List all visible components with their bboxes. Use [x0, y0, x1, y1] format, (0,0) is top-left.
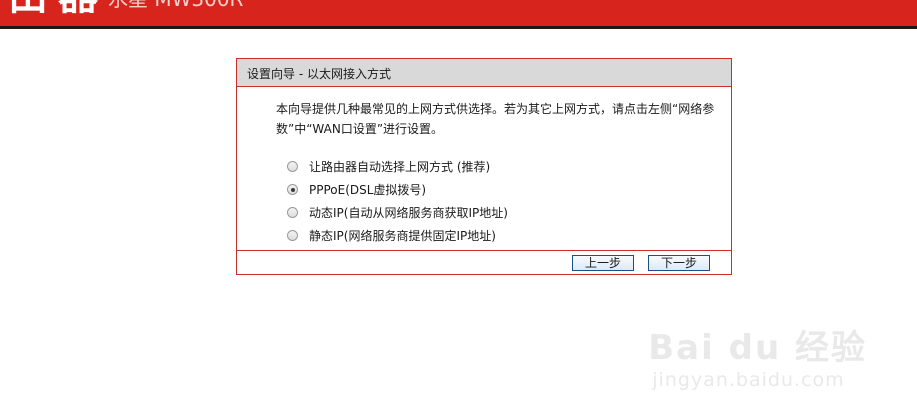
option-dynamic-ip[interactable]: 动态IP(自动从网络服务商获取IP地址) [287, 201, 508, 224]
previous-button[interactable]: 上一步 [572, 255, 634, 271]
wizard-footer: 上一步 下一步 [237, 250, 731, 274]
option-static-ip[interactable]: 静态IP(网络服务商提供固定IP地址) [287, 224, 508, 247]
option-pppoe[interactable]: PPPoE(DSL虚拟拨号) [287, 178, 508, 201]
baidu-jingyan-watermark: Bai du 经验 jingyan.baidu.com [648, 328, 867, 392]
option-pppoe-label: PPPoE(DSL虚拟拨号) [309, 183, 427, 197]
option-dynamic-ip-label: 动态IP(自动从网络服务商获取IP地址) [309, 206, 508, 220]
top-banner: 由器 水星 MW300R [0, 0, 917, 26]
wizard-description: 本向导提供几种最常见的上网方式供选择。若为其它上网方式，请点击左侧“网络参数”中… [276, 102, 715, 136]
radio-static-ip[interactable] [287, 230, 298, 241]
watermark-logo: Bai du 经验 [648, 328, 867, 368]
radio-auto-select[interactable] [287, 161, 298, 172]
option-auto-select[interactable]: 让路由器自动选择上网方式 (推荐) [287, 155, 508, 178]
router-model: 水星 MW300R [108, 0, 243, 12]
connection-type-options: 让路由器自动选择上网方式 (推荐) PPPoE(DSL虚拟拨号) 动态IP(自动… [287, 155, 508, 247]
wizard-title: 设置向导 - 以太网接入方式 [247, 67, 391, 81]
wizard-panel: 设置向导 - 以太网接入方式 本向导提供几种最常见的上网方式供选择。若为其它上网… [236, 58, 732, 275]
wizard-header: 设置向导 - 以太网接入方式 [237, 59, 731, 87]
next-button[interactable]: 下一步 [648, 255, 710, 271]
radio-dynamic-ip[interactable] [287, 207, 298, 218]
option-auto-select-label: 让路由器自动选择上网方式 (推荐) [309, 160, 491, 174]
brand-title: 由器 [8, 0, 108, 22]
option-static-ip-label: 静态IP(网络服务商提供固定IP地址) [309, 229, 496, 243]
banner-divider [0, 26, 917, 29]
radio-pppoe[interactable] [287, 184, 298, 195]
watermark-url: jingyan.baidu.com [652, 369, 845, 391]
